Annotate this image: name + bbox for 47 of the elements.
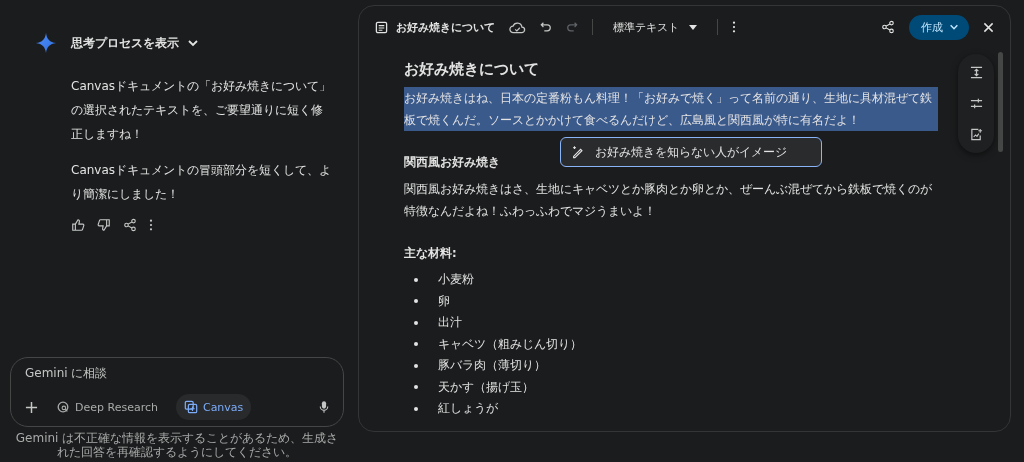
microphone-icon[interactable] <box>319 400 329 414</box>
search-icon <box>56 400 70 414</box>
chevron-down-icon <box>949 22 959 32</box>
cloud-check-icon[interactable] <box>509 20 526 34</box>
paragraph-text: お好み焼きはね、日本の定番粉もん料理！「お好みで焼く」って名前の通り、生地に具材混ぜて鉄板で焼くんだ。ソースとかかけて食べるんだけど、広島風と関西風が特に有名だよ！ <box>404 87 938 131</box>
close-icon[interactable] <box>983 21 994 33</box>
more-icon[interactable] <box>149 219 153 231</box>
response-text: Canvasドキュメントの「お好み焼きについて」の選択されたテキストを、ご要望通りに短く修正しますね！ <box>71 78 333 143</box>
document-heading: お好み焼きについて <box>404 60 540 79</box>
list-item: キャベツ（粗みじん切り） <box>438 335 582 353</box>
paragraph-text: 関西風お好み焼きはさ、生地にキャベツとか豚肉とか卵とか、ぜーんぶ混ぜてから鉄板で焼くのが特徴なんだよね！ふわっふわでマジうまいよ！ <box>404 181 933 220</box>
plus-icon[interactable] <box>25 400 38 414</box>
response-text: Canvasドキュメントの冒頭部分を短くして、より簡潔にしました！ <box>71 162 333 203</box>
prompt-field[interactable]: Gemini に相談 <box>25 366 329 380</box>
create-button[interactable]: 作成 <box>909 14 969 40</box>
expand-vertical-icon[interactable] <box>969 66 983 79</box>
chevron-down-icon <box>187 37 199 49</box>
canvas-icon <box>183 400 198 414</box>
redo-icon[interactable] <box>566 21 578 33</box>
edit-popup[interactable]: お好み焼きを知らない人がイメージ <box>560 137 822 167</box>
edit-prompt-field[interactable]: お好み焼きを知らない人がイメージ <box>595 145 811 159</box>
section-heading: 主な材料: <box>404 246 458 261</box>
edit-document-icon[interactable] <box>969 128 983 141</box>
list-item: 豚バラ肉（薄切り） <box>438 357 546 374</box>
list-item: 小麦粉 <box>438 271 474 288</box>
sparkle-icon <box>35 32 57 54</box>
list-item: 紅しょうが <box>438 400 498 417</box>
thumbs-down-icon[interactable] <box>97 218 111 232</box>
undo-icon[interactable] <box>540 21 552 33</box>
list-item: 出汁 <box>438 314 462 331</box>
more-icon[interactable] <box>732 21 736 33</box>
thinking-toggle[interactable]: 思考プロセスを表示 <box>71 34 199 52</box>
text-style-dropdown[interactable]: 標準テキスト <box>607 19 703 35</box>
tool-chip[interactable]: Deep Research <box>48 394 166 420</box>
list-item: 卵 <box>438 292 450 310</box>
sliders-icon[interactable] <box>969 97 983 110</box>
document-title: お好み焼きについて <box>396 19 495 35</box>
pen-sparkle-icon <box>571 145 585 159</box>
tool-chip[interactable]: Canvas <box>175 394 252 420</box>
document-icon <box>375 20 388 34</box>
disclaimer-text: Gemini は不正確な情報を表示することがあるため、生成された回答を再確認するようにしてください。 <box>14 431 340 459</box>
section-heading: 関西風お好み焼き <box>404 155 501 170</box>
caret-icon <box>689 24 697 30</box>
share-icon[interactable] <box>123 218 137 232</box>
list-item: 天かす（揚げ玉） <box>438 378 534 396</box>
thumbs-up-icon[interactable] <box>71 218 85 232</box>
share-icon[interactable] <box>881 20 895 34</box>
